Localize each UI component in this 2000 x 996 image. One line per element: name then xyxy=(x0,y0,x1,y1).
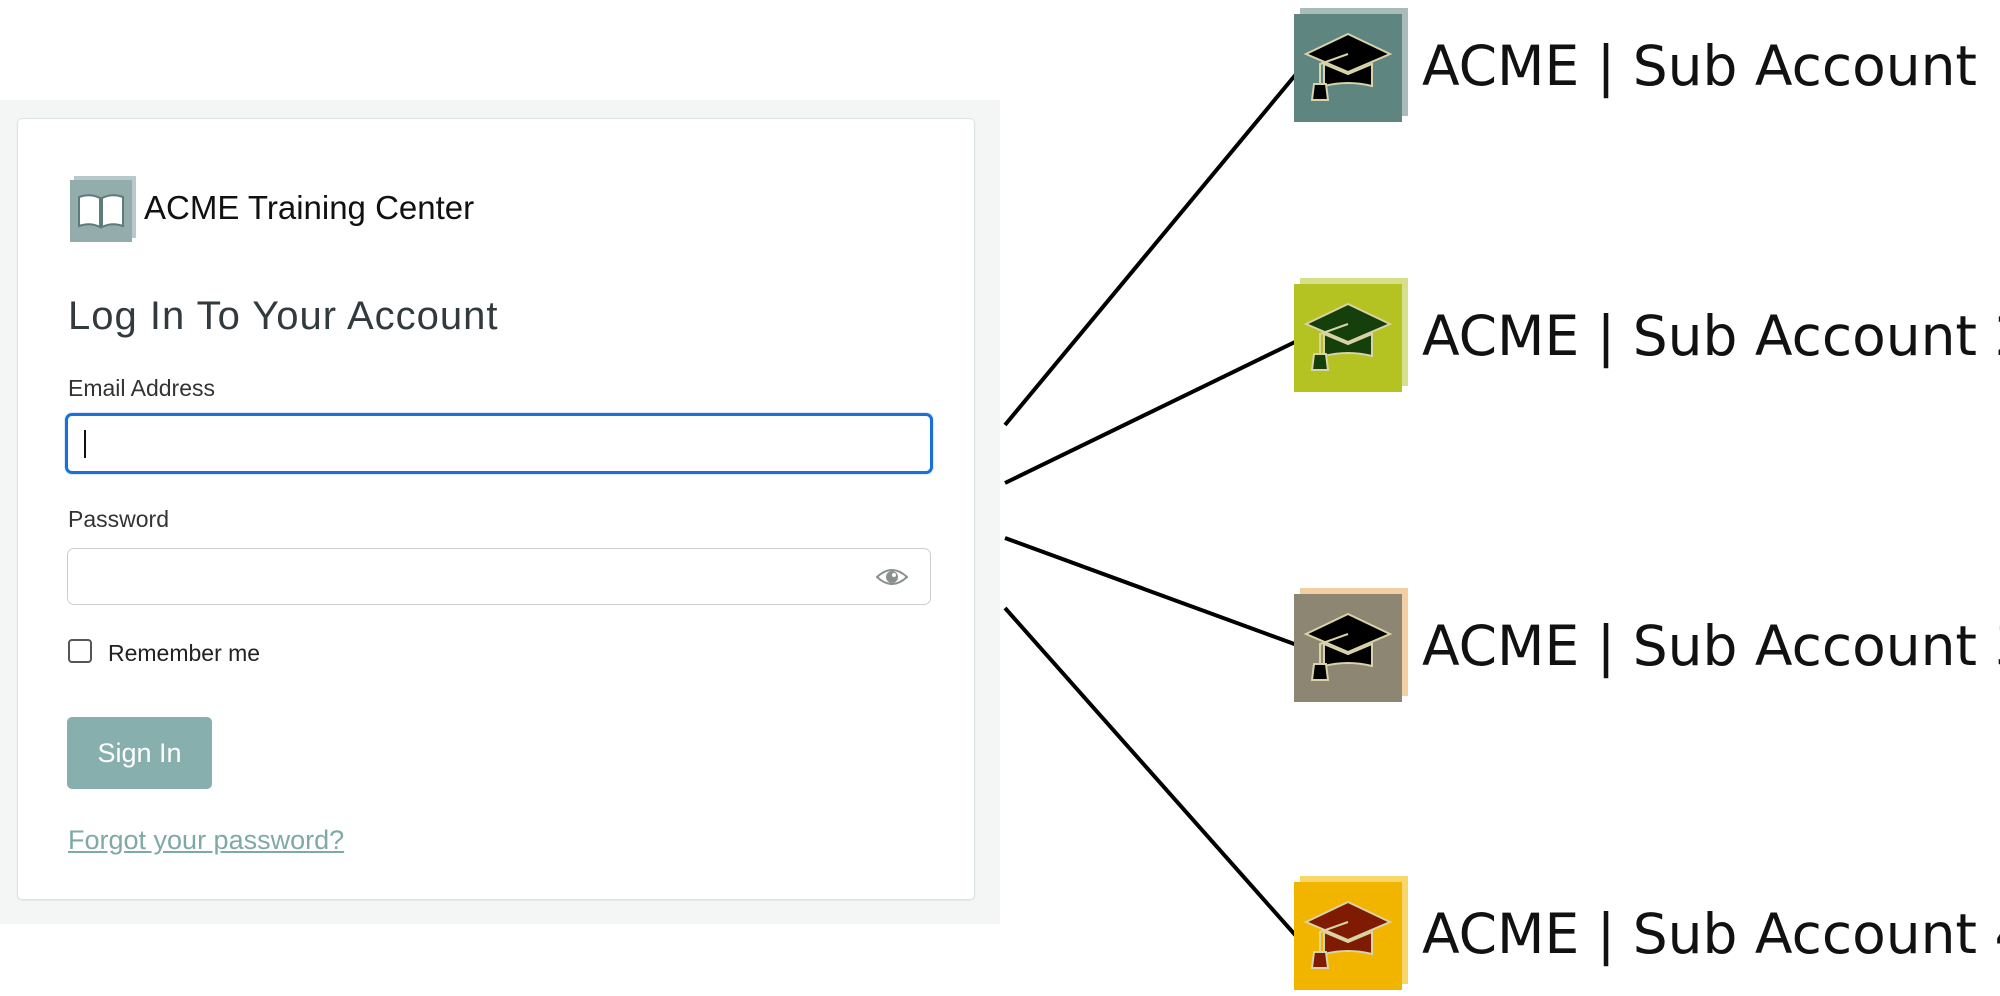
remember-checkbox[interactable] xyxy=(68,638,92,663)
icon-tile xyxy=(1294,284,1402,392)
email-field[interactable] xyxy=(65,413,933,474)
sub-account-1[interactable]: ACME | Sub Account 1 xyxy=(1294,8,2000,124)
eye-icon[interactable] xyxy=(875,565,909,589)
sign-in-button[interactable]: Sign In xyxy=(67,717,212,789)
login-card: ACME Training Center Log In To Your Acco… xyxy=(17,118,975,900)
cap-graphic xyxy=(1304,302,1392,371)
icon-tile xyxy=(1294,882,1402,990)
graduation-cap-icon xyxy=(1294,588,1410,704)
brand: ACME Training Center xyxy=(70,174,474,242)
password-field[interactable] xyxy=(67,548,931,605)
sub-account-2[interactable]: ACME | Sub Account 2 xyxy=(1294,278,2000,394)
page-title: Log In To Your Account xyxy=(68,294,499,338)
brand-name: ACME Training Center xyxy=(144,189,475,226)
connector-line-1 xyxy=(1003,71,1299,427)
connector-line-2 xyxy=(1004,339,1298,485)
sub-account-4[interactable]: ACME | Sub Account 4 xyxy=(1294,876,2000,992)
icon-tile xyxy=(1294,594,1402,702)
text-caret xyxy=(84,430,86,458)
cap-graphic xyxy=(1304,32,1392,101)
remember-me[interactable]: Remember me xyxy=(68,637,261,666)
graduation-cap-icon xyxy=(1294,8,1410,124)
icon-tile xyxy=(1294,14,1402,122)
remember-label: Remember me xyxy=(108,640,261,666)
email-label: Email Address xyxy=(68,375,216,401)
cap-graphic xyxy=(1304,612,1392,681)
sub-account-name: ACME | Sub Account 2 xyxy=(1422,304,2000,368)
graduation-cap-icon xyxy=(1294,278,1410,394)
connector-line-3 xyxy=(1004,536,1298,647)
sub-account-3[interactable]: ACME | Sub Account 3 xyxy=(1294,588,2000,704)
login-panel: ACME Training Center Log In To Your Acco… xyxy=(0,100,1000,924)
cap-graphic xyxy=(1304,900,1392,969)
graduation-cap-icon xyxy=(1294,876,1410,992)
sub-account-name: ACME | Sub Account 3 xyxy=(1422,614,2000,678)
sub-account-name: ACME | Sub Account 1 xyxy=(1422,34,2000,98)
password-label: Password xyxy=(68,506,169,532)
sub-account-name: ACME | Sub Account 4 xyxy=(1422,902,2000,966)
book-icon xyxy=(70,176,136,242)
forgot-password-link[interactable]: Forgot your password? xyxy=(68,825,344,856)
connector-line-4 xyxy=(1003,606,1299,939)
